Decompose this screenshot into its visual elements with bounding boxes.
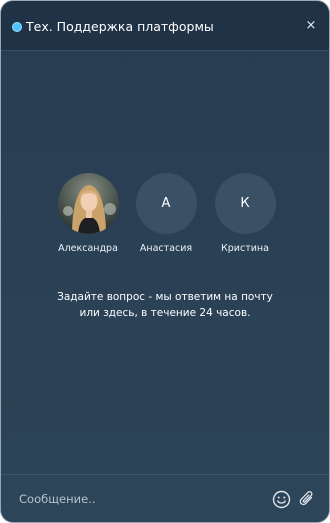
agent-initial-avatar: А: [135, 173, 197, 234]
agent-alexandra: Александра: [43, 173, 133, 256]
welcome-message-line: или здесь, в течение 24 часов.: [79, 307, 251, 319]
welcome-message-line: Задайте вопрос - мы ответим на почту: [57, 291, 273, 303]
smiley-icon[interactable]: [272, 490, 291, 509]
message-composer: [1, 474, 329, 522]
message-input[interactable]: [17, 489, 257, 509]
agent-name: Александра: [58, 243, 118, 254]
welcome-message: Задайте вопрос - мы ответим на почту или…: [1, 289, 329, 321]
support-agents: Александра А Анастасия К Кристина: [1, 173, 329, 263]
agent-photo-avatar: [57, 173, 119, 234]
agent-name: Кристина: [221, 243, 269, 254]
chat-header: Тех. Поддержка платформы ×: [1, 1, 329, 51]
online-status-icon: [13, 23, 21, 31]
agent-kristina: К Кристина: [200, 173, 290, 256]
paperclip-icon[interactable]: [298, 489, 316, 509]
agent-name: Анастасия: [139, 243, 193, 254]
chat-title: Тех. Поддержка платформы: [26, 19, 214, 34]
chat-widget: Тех. Поддержка платформы × Александра А …: [1, 1, 329, 522]
person-photo-icon: [57, 173, 119, 234]
close-button[interactable]: ×: [303, 17, 319, 35]
agent-anastasia: А Анастасия: [121, 173, 211, 256]
agent-initial-avatar: К: [214, 173, 276, 234]
